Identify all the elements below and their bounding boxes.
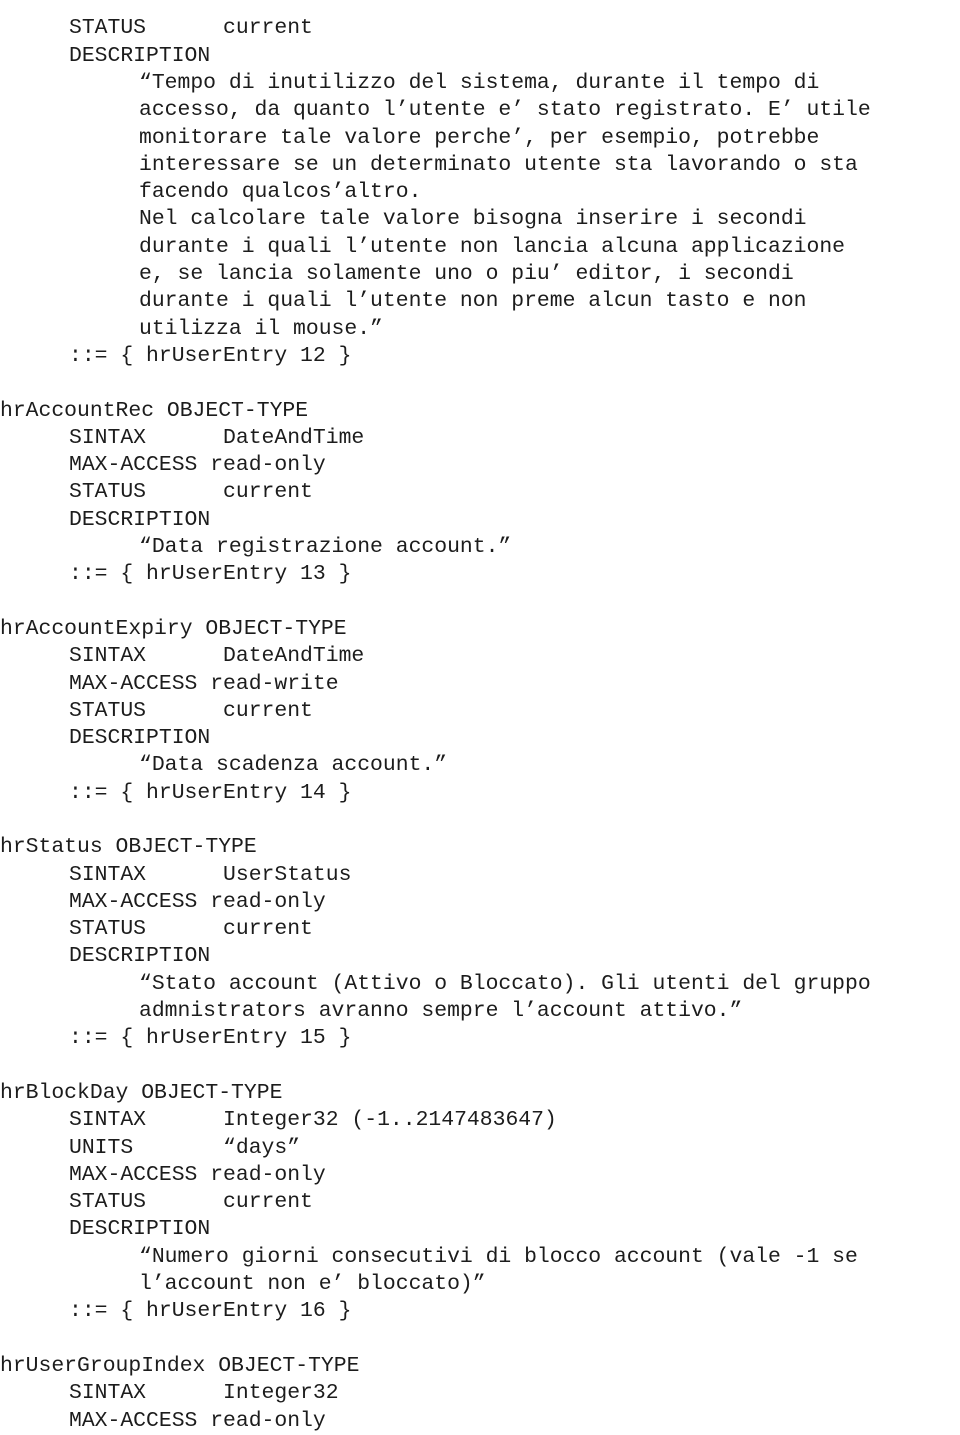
text-line: Nel calcolare tale valore bisogna inseri… <box>139 207 807 232</box>
text-line: hrUserGroupIndex OBJECT-TYPE <box>0 1353 360 1378</box>
text-line: ::= { hrUserEntry 14 } <box>69 780 352 805</box>
text-line: MAX-ACCESS read-only <box>69 1408 326 1433</box>
text-line: SINTAX UserStatus <box>69 862 352 887</box>
text-line: UNITS “days” <box>69 1135 301 1160</box>
text-line: ::= { hrUserEntry 13 } <box>69 562 352 587</box>
text-line: STATUS current <box>69 698 313 723</box>
text-line: monitorare tale valore perche’, per esem… <box>139 125 820 150</box>
text-line: ::= { hrUserEntry 15 } <box>69 1026 352 1051</box>
text-line: DESCRIPTION <box>69 507 211 532</box>
text-line: “Data scadenza account.” <box>139 753 448 778</box>
text-line: accesso, da quanto l’utente e’ stato reg… <box>139 98 871 123</box>
text-line: STATUS current <box>69 480 313 505</box>
text-line: “Tempo di inutilizzo del sistema, durant… <box>139 70 820 95</box>
text-line: STATUS current <box>69 1190 313 1215</box>
text-line: DESCRIPTION <box>69 944 211 969</box>
document-page: STATUS current DESCRIPTION “Tempo di inuti… <box>0 0 960 1433</box>
text-line: DESCRIPTION <box>69 726 211 751</box>
text-line: ::= { hrUserEntry 16 } <box>69 1299 352 1324</box>
text-line: STATUS current <box>69 16 313 41</box>
text-line: “Data registrazione account.” <box>139 535 512 560</box>
text-line: e, se lancia solamente uno o piu’ editor… <box>139 262 794 287</box>
text-line: SINTAX Integer32 (-1..2147483647) <box>69 1108 557 1133</box>
text-line: ::= { hrUserEntry 12 } <box>69 343 352 368</box>
text-line: DESCRIPTION <box>69 43 211 68</box>
text-line: hrStatus OBJECT-TYPE <box>0 835 257 860</box>
mib-definition-text: STATUS current DESCRIPTION “Tempo di inuti… <box>0 15 960 1434</box>
text-line: hrAccountRec OBJECT-TYPE <box>0 398 309 423</box>
text-line: “Numero giorni consecutivi di blocco acc… <box>139 1244 858 1269</box>
text-line: utilizza il mouse.” <box>139 316 383 341</box>
text-line: SINTAX Integer32 <box>69 1381 339 1406</box>
text-line: durante i quali l’utente non preme alcun… <box>139 289 807 314</box>
text-line: hrBlockDay OBJECT-TYPE <box>0 1080 283 1105</box>
text-line: “Stato account (Attivo o Bloccato). Gli … <box>139 971 871 996</box>
text-line: MAX-ACCESS read-only <box>69 453 326 478</box>
text-line: hrAccountExpiry OBJECT-TYPE <box>0 616 347 641</box>
text-line: STATUS current <box>69 917 313 942</box>
text-line: l’account non e’ bloccato)” <box>139 1272 486 1297</box>
text-line: MAX-ACCESS read-only <box>69 889 326 914</box>
text-line: SINTAX DateAndTime <box>69 425 365 450</box>
text-line: MAX-ACCESS read-only <box>69 1162 326 1187</box>
text-line: interessare se un determinato utente sta… <box>139 152 858 177</box>
text-line: admnistrators avranno sempre l’account a… <box>139 999 743 1024</box>
text-line: facendo qualcos’altro. <box>139 180 422 205</box>
text-line: DESCRIPTION <box>69 1217 211 1242</box>
text-line: durante i quali l’utente non lancia alcu… <box>139 234 846 259</box>
text-line: MAX-ACCESS read-write <box>69 671 339 696</box>
text-line: SINTAX DateAndTime <box>69 644 365 669</box>
